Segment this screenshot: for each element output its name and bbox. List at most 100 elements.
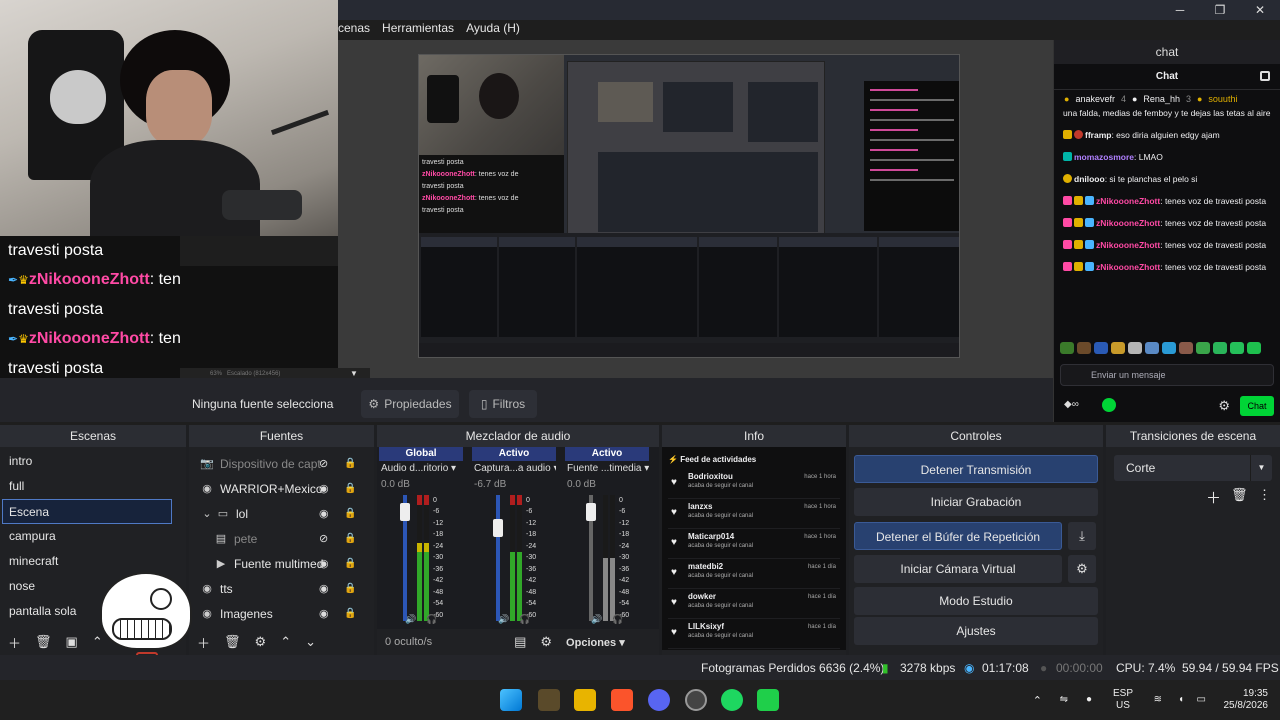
scene-item[interactable]: intro	[0, 449, 186, 474]
trash-icon[interactable]: 🗑	[35, 634, 52, 650]
lock-icon[interactable]: 🔒	[344, 483, 356, 494]
chevron-up-icon[interactable]: ⌃	[1033, 694, 1042, 707]
down-icon[interactable]: ⌄	[305, 634, 316, 650]
headphones-icon[interactable]: 🎧	[612, 614, 623, 625]
chat-input[interactable]: Enviar un mensaje	[1060, 364, 1274, 386]
eye-off-icon[interactable]: ⊘	[319, 457, 328, 470]
gear-icon[interactable]: ⚙	[1068, 555, 1096, 583]
eye-icon[interactable]: ◉	[319, 507, 329, 520]
eye-icon[interactable]: ◉	[319, 557, 329, 570]
channel-points-icon[interactable]	[1102, 398, 1116, 412]
chevron-down-icon[interactable]: ⌄	[199, 507, 215, 520]
discord-icon[interactable]	[648, 689, 670, 711]
language[interactable]: ESP US	[1108, 688, 1138, 712]
channel-name[interactable]: Fuente ...timedia ▾	[565, 461, 649, 477]
volume-icon[interactable]: ◖	[1178, 694, 1184, 705]
sticker-overlay	[100, 572, 192, 650]
fader-knob[interactable]	[400, 503, 410, 521]
source-item[interactable]: ⌄ ▭ lol ◉ 🔒	[189, 501, 374, 526]
menu-help[interactable]: Ayuda (H)	[466, 21, 520, 35]
stop-replay-button[interactable]: Detener el Búfer de Repetición	[854, 522, 1062, 550]
close-icon[interactable]: ✕	[1240, 0, 1280, 20]
source-item[interactable]: ▶ Fuente multimed ◉ 🔒	[189, 551, 374, 576]
source-item[interactable]: 📷 Dispositivo de capt ⊘ 🔒	[189, 451, 374, 476]
source-item[interactable]: ◉ tts ◉ 🔒	[189, 576, 374, 601]
chevron-down-icon[interactable]: ▼	[350, 369, 358, 378]
source-item[interactable]: ◉ WARRIOR+Mexico ◉ 🔒	[189, 476, 374, 501]
fader-knob[interactable]	[493, 519, 503, 537]
lock-icon[interactable]: 🔒	[344, 508, 356, 519]
gear-icon[interactable]: ⚙	[540, 634, 552, 650]
filter-icon[interactable]: ▣	[66, 634, 78, 650]
speaker-icon[interactable]: 🔊	[498, 614, 509, 625]
headphones-icon[interactable]: 🎧	[519, 614, 530, 625]
eye-icon[interactable]: ◉	[319, 482, 329, 495]
menu-scenes[interactable]: cenas	[338, 21, 370, 35]
add-icon[interactable]: ＋	[1206, 487, 1221, 508]
filters-button[interactable]: ▯ Filtros	[469, 390, 537, 418]
transition-select[interactable]: Corte ▼	[1114, 455, 1272, 481]
eye-icon[interactable]: ◉	[319, 607, 329, 620]
eye-icon[interactable]: ◉	[319, 582, 329, 595]
up-icon[interactable]: ⌃	[280, 634, 291, 650]
brave-icon[interactable]	[611, 689, 633, 711]
up-icon[interactable]: ⌃	[92, 634, 103, 650]
source-item[interactable]: ▤ pete ⊘ 🔒	[189, 526, 374, 551]
battery-icon[interactable]: ▭	[1197, 694, 1206, 705]
scene-item[interactable]: campura	[0, 524, 186, 549]
obs-icon[interactable]	[685, 689, 707, 711]
scene-item[interactable]: full	[0, 474, 186, 499]
lock-icon[interactable]: 🔒	[344, 583, 356, 594]
sources-list: 📷 Dispositivo de capt ⊘ 🔒 ◉ WARRIOR+Mexico ◉ 🔒…	[189, 447, 374, 626]
gear-icon[interactable]: ⚙	[255, 634, 267, 650]
scene-item-selected[interactable]: Escena	[2, 499, 172, 524]
volume-fader[interactable]	[496, 495, 500, 621]
mic-icon[interactable]: ●	[1086, 694, 1092, 705]
menu-tools[interactable]: Herramientas	[382, 21, 454, 35]
file-explorer-icon[interactable]	[574, 689, 596, 711]
speaker-icon[interactable]: 🔊	[405, 614, 416, 625]
lock-icon[interactable]: 🔒	[344, 608, 356, 619]
trash-icon[interactable]: 🗑	[224, 634, 241, 650]
windows-start-icon[interactable]	[500, 689, 522, 711]
channel-name[interactable]: Audio d...ritorio ▾	[379, 461, 463, 477]
add-icon[interactable]: ＋	[8, 633, 21, 652]
virtual-camera-button[interactable]: Iniciar Cámara Virtual	[854, 555, 1062, 583]
settings-button[interactable]: Ajustes	[854, 617, 1098, 645]
stop-stream-button[interactable]: Detener Transmisión	[854, 455, 1098, 483]
studio-mode-button[interactable]: Modo Estudio	[854, 587, 1098, 615]
lock-icon[interactable]: 🔒	[344, 533, 356, 544]
wifi-icon[interactable]: ≋	[1154, 694, 1162, 705]
source-item[interactable]: ◉ Imagenes ◉ 🔒	[189, 601, 374, 626]
gear-icon[interactable]: ⚙	[1218, 398, 1230, 414]
kick-icon[interactable]	[757, 689, 779, 711]
emote-bar[interactable]	[1060, 342, 1261, 354]
headphones-icon[interactable]: 🎧	[426, 614, 437, 625]
properties-button[interactable]: ⚙ Propiedades	[361, 390, 459, 418]
clock[interactable]: 19:35 25/8/2026	[1208, 688, 1269, 712]
network-icon[interactable]: ⇋	[1060, 694, 1068, 705]
fader-knob[interactable]	[586, 503, 596, 521]
minimize-icon[interactable]: ─	[1160, 0, 1200, 20]
panel-icon[interactable]: ▤	[514, 634, 526, 650]
maximize-icon[interactable]: ❐	[1200, 0, 1240, 20]
scene-item[interactable]: minecraft	[0, 549, 186, 574]
add-icon[interactable]: ＋	[197, 633, 210, 652]
options-button[interactable]: Opciones ▾	[566, 636, 625, 649]
stream-preview[interactable]: travesti posta zNikoooneZhott: tenes voz…	[418, 54, 960, 358]
widgets-icon[interactable]	[538, 689, 560, 711]
eye-off-icon[interactable]: ⊘	[319, 532, 328, 545]
start-recording-button[interactable]: Iniciar Grabación	[854, 488, 1098, 516]
lock-icon[interactable]: 🔒	[344, 458, 356, 469]
users-icon[interactable]	[1260, 71, 1270, 81]
trash-icon[interactable]: 🗑	[1231, 487, 1248, 503]
chat-send-button[interactable]: Chat	[1240, 396, 1274, 416]
more-icon[interactable]: ⋮	[1258, 487, 1271, 503]
stream-time: 01:17:08	[982, 661, 1029, 675]
lock-icon[interactable]: 🔒	[344, 558, 356, 569]
spotify-icon[interactable]	[721, 689, 743, 711]
download-icon[interactable]: ⤓	[1068, 522, 1096, 550]
channel-name[interactable]: Captura...a audio ▾	[472, 461, 556, 477]
points-icon[interactable]: ◆∞	[1064, 399, 1079, 410]
speaker-icon[interactable]: 🔊	[591, 614, 602, 625]
